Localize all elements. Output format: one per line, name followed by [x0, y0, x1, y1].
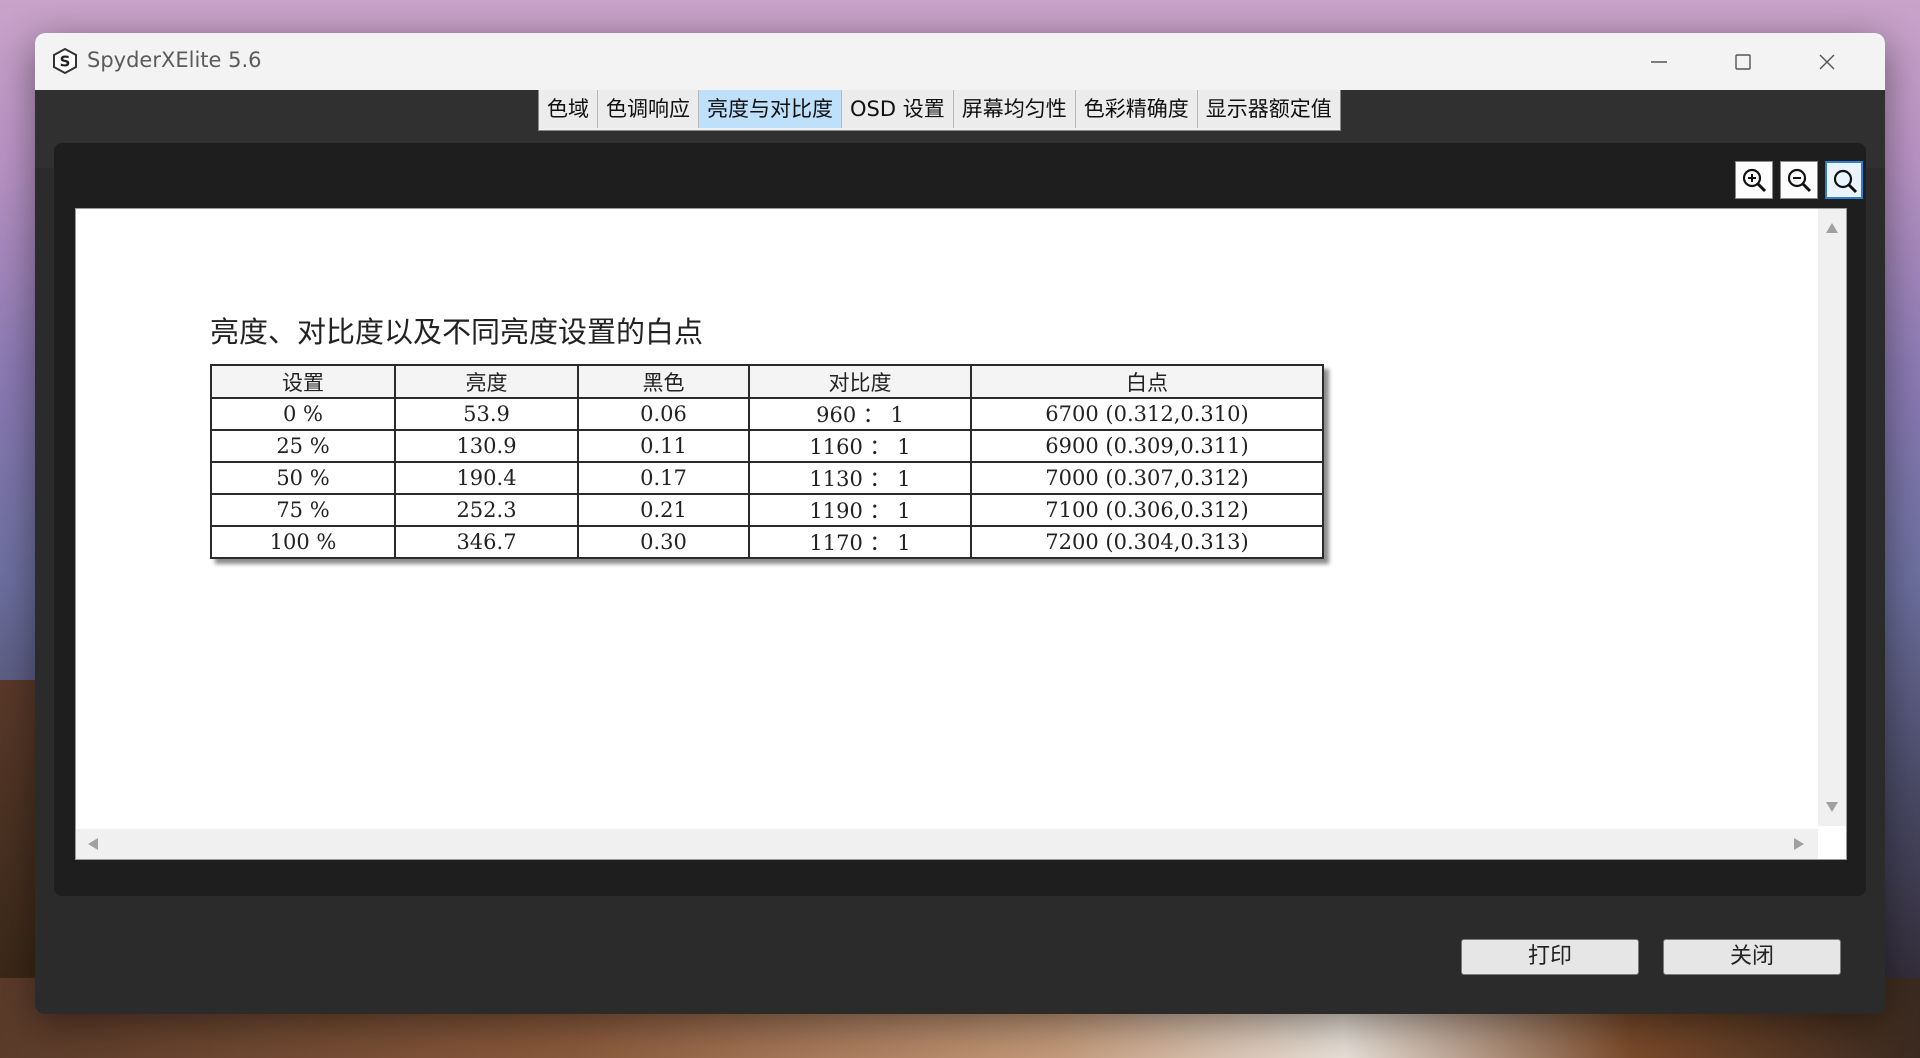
black-cell: 0.30	[577, 525, 750, 559]
white-point-cell: 7000 (0.307,0.312)	[970, 461, 1324, 495]
horizontal-scrollbar[interactable]	[76, 829, 1818, 859]
luminance-cell: 130.9	[394, 429, 579, 463]
column-header: 白点	[970, 364, 1324, 399]
table-row: 25 % 130.9 0.11 1160 ： 1 6900 (0.309,0.3…	[210, 429, 1324, 463]
window-title: SpyderXElite 5.6	[87, 48, 262, 72]
white-point-cell: 6900 (0.309,0.311)	[970, 429, 1324, 463]
table-header-row: 设置 亮度 黑色 对比度 白点	[210, 364, 1324, 399]
column-header: 设置	[210, 364, 396, 399]
setting-cell: 25 %	[210, 429, 396, 463]
scrollbar-corner	[1818, 829, 1846, 859]
black-cell: 0.11	[577, 429, 750, 463]
luminance-cell: 53.9	[394, 397, 579, 431]
contrast-cell: 1130 ： 1	[748, 461, 972, 495]
black-cell: 0.17	[577, 461, 750, 495]
setting-cell: 100 %	[210, 525, 396, 559]
tab-color-gamut[interactable]: 色域	[539, 90, 598, 128]
desktop-wallpaper-left	[0, 680, 36, 980]
minimize-button[interactable]	[1617, 33, 1701, 90]
black-cell: 0.21	[577, 493, 750, 527]
luminance-cell: 252.3	[394, 493, 579, 527]
zoom-fit-icon	[1833, 169, 1858, 194]
contrast-cell: 1170 ： 1	[748, 525, 972, 559]
white-point-cell: 6700 (0.312,0.310)	[970, 397, 1324, 431]
luminance-cell: 346.7	[394, 525, 579, 559]
close-icon	[1819, 54, 1835, 70]
contrast-cell: 960 ： 1	[748, 397, 972, 431]
zoom-in-button[interactable]	[1735, 161, 1773, 199]
table-row: 75 % 252.3 0.21 1190 ： 1 7100 (0.306,0.3…	[210, 493, 1324, 527]
app-window: S SpyderXElite 5.6 色域 色调响应 亮度与对比度 OSD 设置…	[35, 33, 1885, 1014]
black-cell: 0.06	[577, 397, 750, 431]
tab-display-rating[interactable]: 显示器额定值	[1197, 90, 1340, 128]
setting-cell: 0 %	[210, 397, 396, 431]
tab-screen-uniformity[interactable]: 屏幕均匀性	[953, 90, 1076, 128]
vertical-scrollbar[interactable]	[1818, 209, 1846, 826]
tab-color-accuracy[interactable]: 色彩精确度	[1075, 90, 1198, 128]
scroll-right-arrow-icon[interactable]	[1794, 838, 1804, 850]
tab-osd-settings[interactable]: OSD 设置	[842, 90, 954, 128]
zoom-in-icon	[1742, 168, 1767, 193]
contrast-cell: 1190 ： 1	[748, 493, 972, 527]
maximize-icon	[1735, 54, 1751, 70]
brightness-contrast-table: 设置 亮度 黑色 对比度 白点 0 % 53.9 0.06 960 ： 1 67…	[210, 364, 1324, 559]
table-row: 0 % 53.9 0.06 960 ： 1 6700 (0.312,0.310)	[210, 397, 1324, 431]
setting-cell: 50 %	[210, 461, 396, 495]
scroll-down-arrow-icon[interactable]	[1826, 802, 1838, 812]
column-header: 亮度	[394, 364, 579, 399]
contrast-cell: 1160 ： 1	[748, 429, 972, 463]
column-header: 黑色	[577, 364, 750, 399]
title-bar[interactable]: S SpyderXElite 5.6	[35, 33, 1885, 90]
print-button[interactable]: 打印	[1461, 939, 1639, 975]
zoom-fit-button[interactable]	[1825, 161, 1863, 199]
maximize-button[interactable]	[1701, 33, 1785, 90]
setting-cell: 75 %	[210, 493, 396, 527]
column-header: 对比度	[748, 364, 972, 399]
close-window-button[interactable]	[1785, 33, 1869, 90]
luminance-cell: 190.4	[394, 461, 579, 495]
app-icon-letter: S	[60, 53, 71, 71]
scroll-up-arrow-icon[interactable]	[1826, 223, 1838, 233]
tab-brightness-contrast[interactable]: 亮度与对比度	[699, 90, 842, 128]
zoom-out-button[interactable]	[1780, 161, 1818, 199]
table-row: 50 % 190.4 0.17 1130 ： 1 7000 (0.307,0.3…	[210, 461, 1324, 495]
table-row: 100 % 346.7 0.30 1170 ： 1 7200 (0.304,0.…	[210, 525, 1324, 559]
report-viewport[interactable]: 亮度、对比度以及不同亮度设置的白点 设置 亮度 黑色 对比度 白点 0 % 53…	[75, 208, 1847, 860]
spyder-logo-icon: S	[53, 47, 77, 75]
minimize-icon	[1651, 61, 1667, 63]
zoom-toolbar	[1735, 161, 1863, 199]
zoom-out-icon	[1787, 168, 1812, 193]
tab-tone-response[interactable]: 色调响应	[598, 90, 699, 128]
close-button[interactable]: 关闭	[1663, 939, 1841, 975]
white-point-cell: 7200 (0.304,0.313)	[970, 525, 1324, 559]
scroll-left-arrow-icon[interactable]	[88, 838, 98, 850]
report-tabs: 色域 色调响应 亮度与对比度 OSD 设置 屏幕均匀性 色彩精确度 显示器额定值	[538, 90, 1341, 131]
white-point-cell: 7100 (0.306,0.312)	[970, 493, 1324, 527]
report-title: 亮度、对比度以及不同亮度设置的白点	[210, 315, 704, 349]
